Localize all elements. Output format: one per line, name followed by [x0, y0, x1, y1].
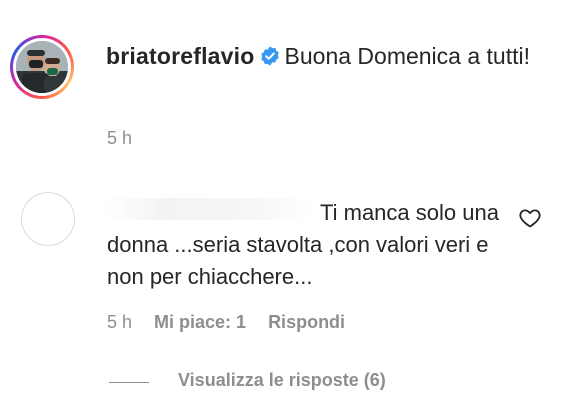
caption-author-avatar[interactable] [10, 35, 74, 99]
verified-badge-icon [259, 41, 281, 77]
caption-text: Buona Domenica a tutti! [284, 43, 530, 69]
reply-author-avatar[interactable] [21, 192, 75, 246]
reply-button[interactable]: Rispondi [268, 312, 345, 333]
avatar-photo [16, 41, 68, 93]
reply-meta-row: 5 h Mi piace: 1 Rispondi [107, 312, 345, 333]
avatar-image-icon [16, 41, 68, 93]
replies-divider-line [109, 382, 149, 383]
reply-timestamp[interactable]: 5 h [107, 312, 132, 333]
likes-count-link[interactable]: Mi piace: 1 [154, 312, 246, 333]
view-replies-button[interactable]: Visualizza le risposte (6) [178, 370, 386, 391]
caption-username[interactable]: briatoreflavio [106, 43, 255, 69]
caption-timestamp[interactable]: 5 h [107, 128, 132, 149]
caption: briatoreflavio Buona Domenica a tutti! [106, 38, 546, 77]
reply-comment-text: Ti manca solo una donna ...seria stavolt… [107, 200, 499, 289]
heart-outline-icon[interactable] [518, 206, 542, 230]
